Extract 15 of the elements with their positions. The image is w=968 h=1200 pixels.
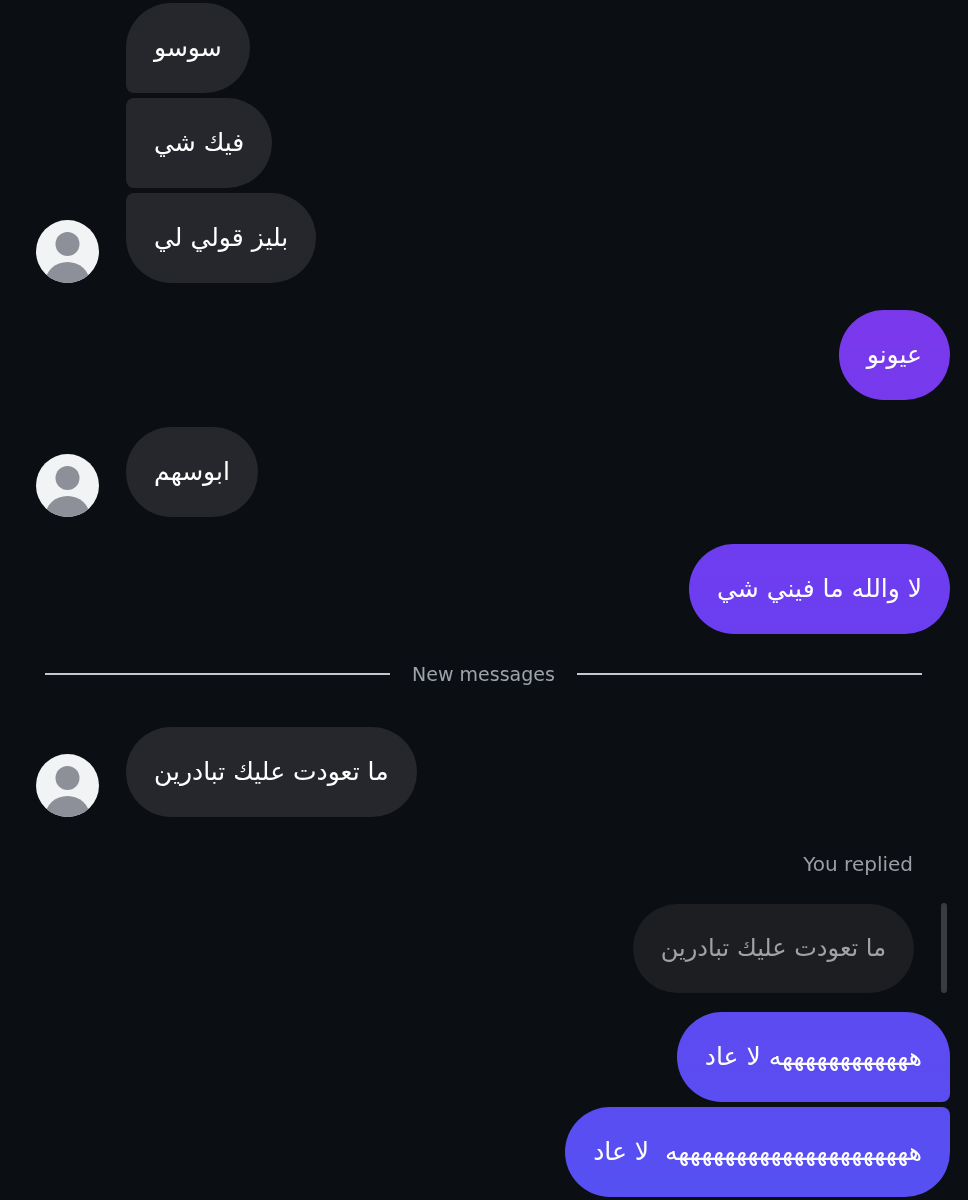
message-bubble: ابوسهم <box>126 427 258 517</box>
user-avatar-icon[interactable] <box>36 220 99 283</box>
reply-label: You replied <box>803 852 913 876</box>
message-bubble: عيونو <box>838 310 950 400</box>
message-bubble: ههههههههههههه لا عاد <box>676 1012 950 1102</box>
divider-label: New messages <box>412 663 555 685</box>
user-avatar-icon[interactable] <box>36 454 99 517</box>
message-bubble: بليز قولي لي <box>126 193 317 283</box>
message-bubble: سوسو <box>126 3 250 93</box>
message-bubble: هههههههههههههههههههههه لا عاد <box>565 1107 950 1197</box>
user-avatar-icon[interactable] <box>36 754 99 817</box>
message-bubble: ما تعودت عليك تبادرين <box>126 727 417 817</box>
replied-message-quote[interactable]: ما تعودت عليك تبادرين <box>632 903 914 993</box>
message-bubble: فيك شي <box>126 98 273 188</box>
message-bubble: لا والله ما فيني شي <box>688 544 950 634</box>
